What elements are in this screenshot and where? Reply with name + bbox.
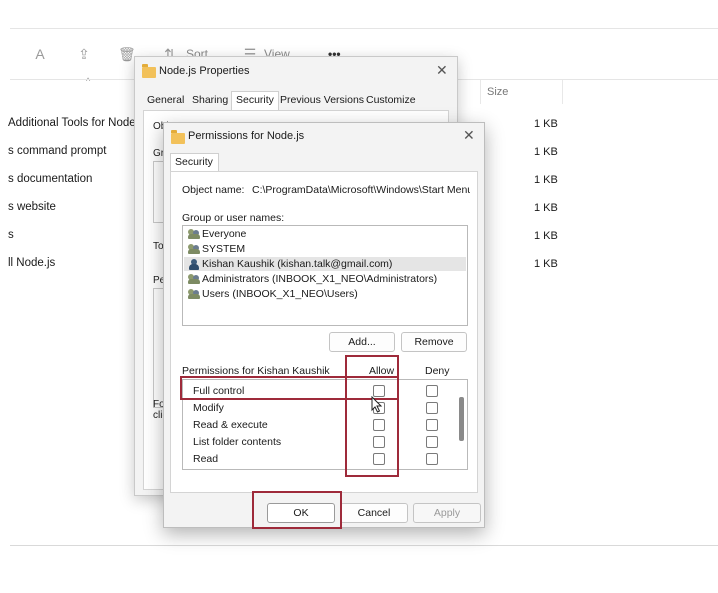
user-name: Users (INBOOK_X1_NEO\Users) — [202, 288, 358, 300]
file-name[interactable]: Additional Tools for Node.js — [8, 117, 147, 129]
group-or-user-names-label: Group or user names: — [182, 212, 285, 224]
permissions-scrollbar[interactable] — [457, 381, 466, 468]
folder-icon — [142, 64, 156, 78]
sort-chevron-up-icon: ^ — [86, 76, 91, 86]
users-list[interactable]: Everyone SYSTEM Kishan Kaushik (kishan.t… — [182, 225, 468, 326]
permissions-body: Object name: C:\ProgramData\Microsoft\Wi… — [170, 171, 478, 493]
file-size: 1 KB — [534, 118, 558, 130]
deny-column-header: Deny — [425, 365, 450, 377]
tab-customize[interactable]: Customize — [366, 94, 416, 106]
user-name: Administrators (INBOOK_X1_NEO\Administra… — [202, 273, 438, 285]
deny-checkbox-modify[interactable] — [426, 402, 438, 414]
user-icon — [188, 259, 200, 270]
folder-icon — [171, 130, 185, 144]
full-control-highlight — [180, 376, 399, 400]
user-name: Everyone — [202, 228, 247, 240]
permission-row-read: Read — [183, 451, 453, 467]
object-name-label: Object name: — [182, 184, 245, 196]
close-icon[interactable]: ✕ — [436, 62, 448, 79]
tab-previous-versions[interactable]: Previous Versions — [280, 94, 364, 106]
cancel-button[interactable]: Cancel — [340, 503, 408, 523]
file-name[interactable]: s website — [8, 201, 56, 213]
file-name[interactable]: s documentation — [8, 173, 92, 185]
permissions-dialog-title: Permissions for Node.js — [188, 130, 305, 142]
object-name-value: C:\ProgramData\Microsoft\Windows\Start M… — [252, 184, 470, 196]
permission-row-modify: Modify — [183, 400, 453, 416]
permission-label: Modify — [193, 402, 224, 414]
permission-label: List folder contents — [193, 436, 282, 448]
remove-button[interactable]: Remove — [401, 332, 467, 352]
share-icon[interactable]: ⇪ — [76, 46, 92, 62]
list-item[interactable]: Administrators (INBOOK_X1_NEO\Administra… — [184, 272, 466, 286]
apply-button[interactable]: Apply — [413, 503, 481, 523]
tab-sharing[interactable]: Sharing — [192, 94, 228, 106]
mouse-cursor-icon — [371, 396, 383, 413]
file-size: 1 KB — [534, 174, 558, 186]
file-size: 1 KB — [534, 146, 558, 158]
file-name[interactable]: s command prompt — [8, 145, 106, 157]
group-icon — [188, 244, 200, 254]
permissions-dialog: Permissions for Node.js ✕ Security Objec… — [163, 122, 485, 528]
file-name[interactable]: ll Node.js — [8, 257, 55, 269]
file-size: 1 KB — [534, 230, 558, 242]
list-item[interactable]: Users (INBOOK_X1_NEO\Users) — [184, 287, 466, 301]
explorer-bottom-divider — [10, 545, 718, 546]
properties-tabs: General Sharing Security Previous Versio… — [143, 91, 449, 110]
group-icon — [188, 289, 200, 299]
column-header-size[interactable]: Size — [487, 86, 508, 98]
column-separator[interactable] — [480, 80, 481, 104]
add-button[interactable]: Add... — [329, 332, 395, 352]
list-item[interactable]: Everyone — [184, 227, 466, 241]
file-name[interactable]: s — [8, 229, 14, 241]
rename-icon[interactable]: A — [32, 46, 48, 62]
permission-row-list-folder-contents: List folder contents — [183, 434, 453, 450]
deny-checkbox-read-execute[interactable] — [426, 419, 438, 431]
permission-row-read-execute: Read & execute — [183, 417, 453, 433]
user-name: SYSTEM — [202, 243, 246, 255]
tab-security[interactable]: Security — [170, 153, 219, 171]
permission-label: Read — [193, 453, 219, 465]
to-fragment: To — [153, 241, 164, 252]
deny-checkbox-list-folder-contents[interactable] — [426, 436, 438, 448]
properties-window-title: Node.js Properties — [159, 65, 250, 77]
explorer-top-divider — [10, 28, 718, 29]
permission-label: Read & execute — [193, 419, 268, 431]
group-icon — [188, 274, 200, 284]
scrollbar-thumb[interactable] — [459, 397, 464, 441]
close-icon[interactable]: ✕ — [463, 127, 475, 144]
allow-column-highlight — [345, 355, 399, 477]
file-size: 1 KB — [534, 258, 558, 270]
list-item[interactable]: SYSTEM — [184, 242, 466, 256]
group-icon — [188, 229, 200, 239]
deny-checkbox-read[interactable] — [426, 453, 438, 465]
delete-icon[interactable]: 🗑 — [118, 46, 136, 62]
column-separator[interactable] — [562, 80, 563, 104]
ok-button-highlight — [252, 491, 342, 529]
deny-checkbox-full-control[interactable] — [426, 385, 438, 397]
tab-security[interactable]: Security — [231, 91, 279, 110]
list-item-selected[interactable]: Kishan Kaushik (kishan.talk@gmail.com) — [184, 257, 466, 271]
user-name: Kishan Kaushik (kishan.talk@gmail.com) — [202, 258, 393, 270]
tab-general[interactable]: General — [147, 94, 184, 106]
file-size: 1 KB — [534, 202, 558, 214]
